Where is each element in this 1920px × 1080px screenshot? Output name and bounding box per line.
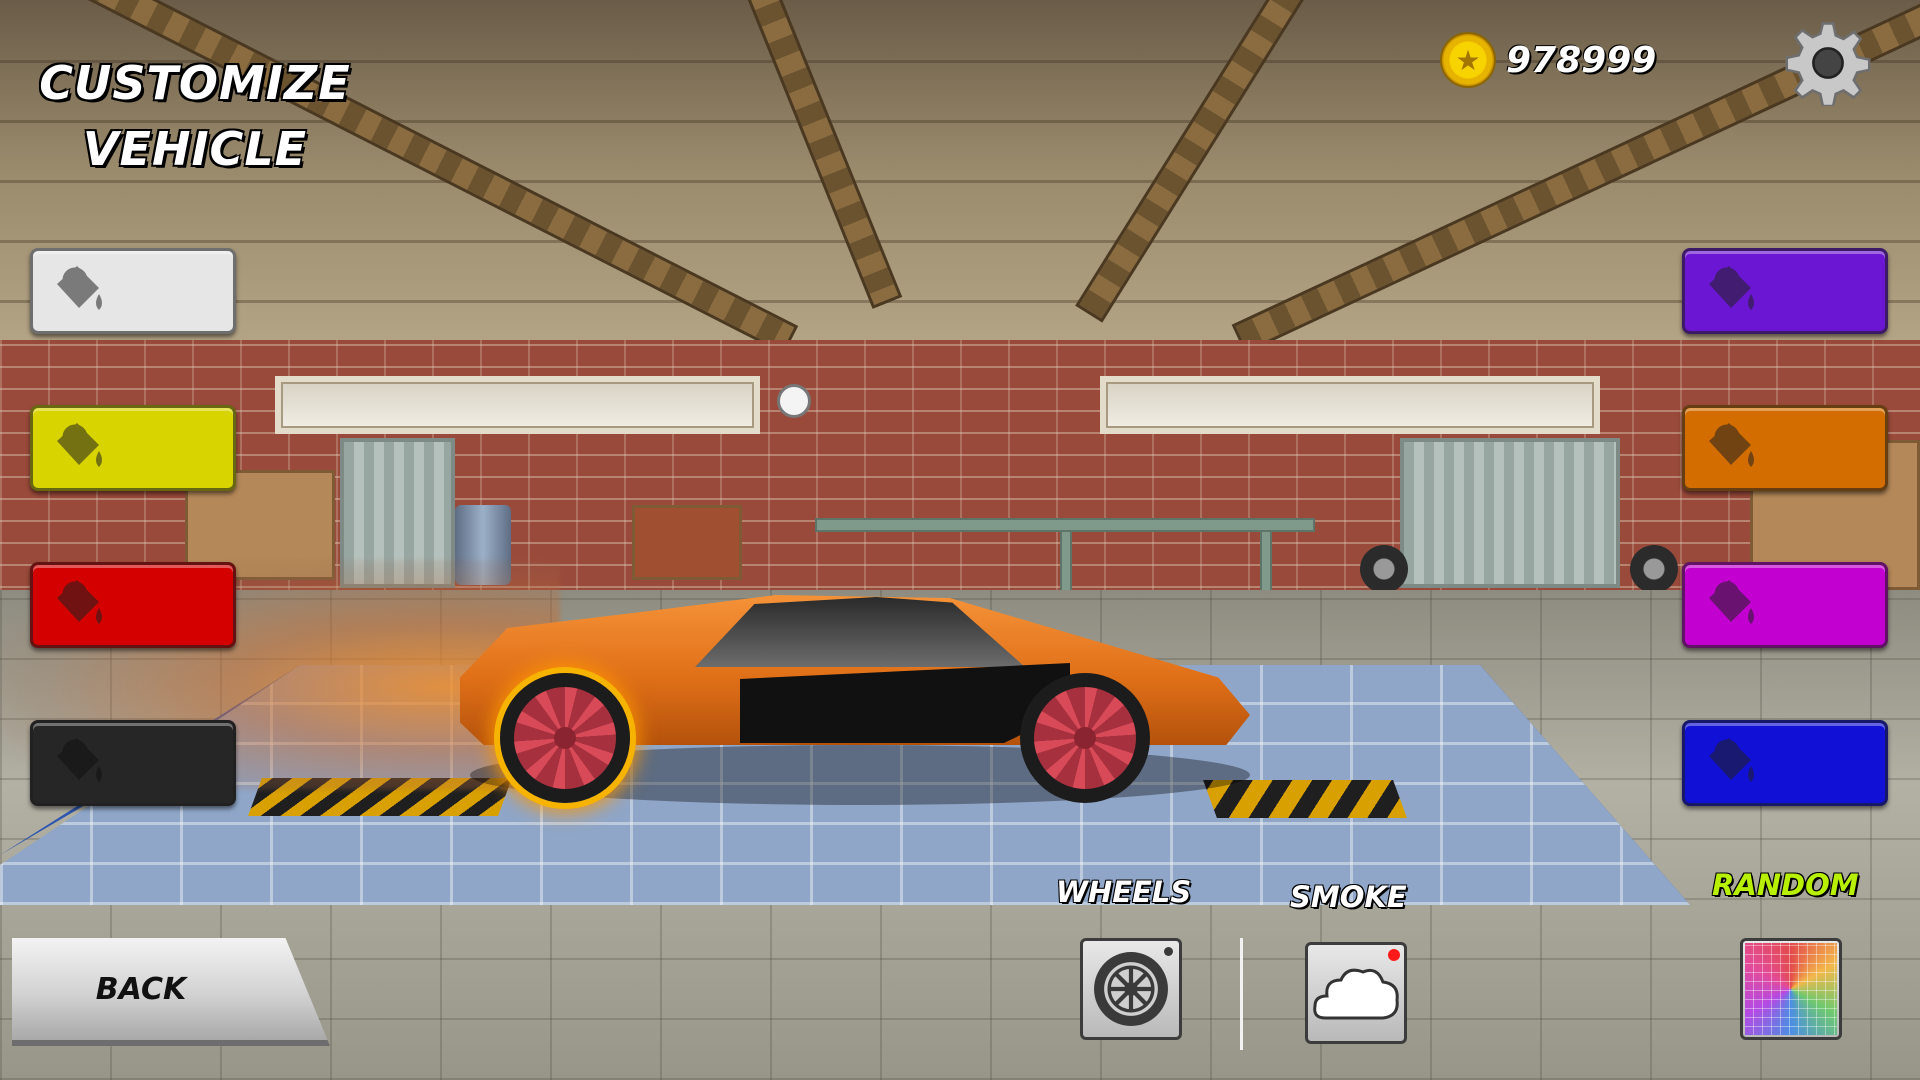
bottom-divider (1240, 938, 1243, 1050)
notification-dot (1388, 949, 1400, 961)
back-button-label: BACK (95, 971, 187, 1007)
rear-wheel (500, 673, 630, 803)
coin-balance: ★ 978999 (1440, 30, 1656, 90)
gear-icon (1785, 22, 1871, 106)
color-swatch-black[interactable] (30, 720, 236, 806)
random-label: RANDOM (1712, 868, 1859, 902)
coin-icon: ★ (1440, 32, 1496, 88)
color-swatch-red[interactable] (30, 562, 236, 648)
color-swatch-yellow[interactable] (30, 405, 236, 491)
smoke-label: SMOKE (1290, 880, 1407, 914)
garage-window-left (275, 376, 760, 434)
wheel-icon (1094, 952, 1168, 1026)
smoke-button[interactable] (1305, 942, 1407, 1044)
smoke-cloud-icon (1313, 968, 1399, 1020)
paint-bucket-icon (1709, 423, 1754, 467)
page-title: CUSTOMIZE VEHICLE (20, 50, 370, 182)
settings-button[interactable] (1780, 15, 1876, 111)
front-wheel (1020, 673, 1150, 803)
paint-bucket-icon (57, 423, 102, 467)
random-color-button[interactable] (1740, 938, 1842, 1040)
paint-bucket-icon (1709, 738, 1754, 782)
paint-bucket-icon (57, 266, 102, 310)
wall-clock (777, 384, 811, 418)
title-line-1: CUSTOMIZE (39, 56, 351, 110)
color-mosaic-icon (1745, 943, 1837, 1035)
wheels-label: WHEELS (1056, 875, 1192, 909)
title-line-2: VEHICLE (82, 122, 308, 176)
color-swatch-purple[interactable] (1682, 248, 1888, 334)
color-swatch-magenta[interactable] (1682, 562, 1888, 648)
paint-bucket-icon (57, 738, 102, 782)
coin-amount: 978999 (1506, 39, 1657, 81)
spare-tire (1630, 545, 1678, 593)
cabinet-right (1400, 438, 1620, 588)
color-swatch-orange[interactable] (1682, 405, 1888, 491)
color-swatch-blue[interactable] (1682, 720, 1888, 806)
paint-bucket-icon (57, 580, 102, 624)
spare-tire (1360, 545, 1408, 593)
paint-bucket-icon (1709, 266, 1754, 310)
garage-window-right (1100, 376, 1600, 434)
back-button[interactable]: BACK (12, 938, 330, 1046)
paint-bucket-icon (1709, 580, 1754, 624)
vehicle-preview[interactable] (450, 555, 1260, 805)
wheels-button[interactable] (1080, 938, 1182, 1040)
color-swatch-white[interactable] (30, 248, 236, 334)
